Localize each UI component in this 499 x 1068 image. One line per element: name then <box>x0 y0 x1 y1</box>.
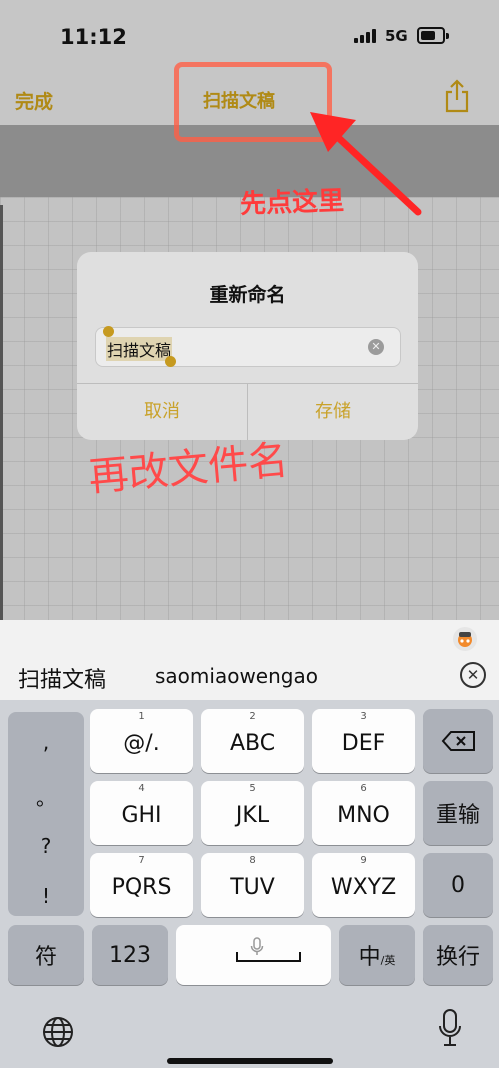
key-2[interactable]: 2 ABC <box>201 709 304 773</box>
microphone-icon[interactable] <box>438 1008 462 1048</box>
key-1[interactable]: 1 @/. <box>90 709 193 773</box>
selection-handle-start[interactable] <box>103 326 114 337</box>
selection-handle-end[interactable] <box>165 356 176 367</box>
document-edge <box>0 205 3 620</box>
pinyin-composition: saomiaowengao <box>155 664 318 688</box>
lang-main: 中 <box>358 945 381 970</box>
rename-input[interactable]: 扫描文稿 ✕ <box>95 326 401 367</box>
clear-icon[interactable]: ✕ <box>368 339 384 355</box>
network-type: 5G <box>385 27 408 45</box>
punctuation-column[interactable]: , 。 ? ! <box>8 712 84 916</box>
punct-key[interactable]: ! <box>8 884 84 908</box>
key-6[interactable]: 6 MNO <box>312 781 415 845</box>
dialog-title: 重新命名 <box>209 284 286 306</box>
space-icon <box>236 952 301 962</box>
key-8[interactable]: 8 TUV <box>201 853 304 917</box>
annotation-first: 先点这里 <box>239 186 345 220</box>
number-mode-button[interactable]: 123 <box>92 925 168 985</box>
symbol-button[interactable]: 符 <box>8 925 84 985</box>
zero-key[interactable]: 0 <box>423 853 493 917</box>
punct-key[interactable]: 。 <box>8 782 84 811</box>
delete-button[interactable] <box>423 709 493 773</box>
signal-icon <box>354 29 380 43</box>
reinput-button[interactable]: 重输 <box>423 781 493 845</box>
backspace-icon <box>441 731 475 751</box>
rename-dialog: 重新命名 扫描文稿 ✕ 取消 存储 <box>77 252 418 440</box>
battery-icon <box>417 27 449 44</box>
key-7[interactable]: 7 PQRS <box>90 853 193 917</box>
globe-icon[interactable] <box>42 1016 74 1048</box>
assistant-icon[interactable] <box>452 626 478 652</box>
key-5[interactable]: 5 JKL <box>201 781 304 845</box>
space-button[interactable] <box>176 925 331 985</box>
punct-key[interactable]: ? <box>8 834 84 858</box>
close-icon[interactable]: ✕ <box>460 662 486 688</box>
key-4[interactable]: 4 GHI <box>90 781 193 845</box>
candidate-word[interactable]: 扫描文稿 <box>18 662 106 694</box>
home-indicator[interactable] <box>167 1058 333 1064</box>
done-button[interactable]: 完成 <box>15 87 53 114</box>
newline-button[interactable]: 换行 <box>423 925 493 985</box>
rename-input-text[interactable]: 扫描文稿 <box>106 337 173 361</box>
language-switch-button[interactable]: 中 /英 <box>339 925 415 985</box>
cancel-button[interactable]: 取消 <box>77 383 247 440</box>
share-icon[interactable] <box>442 78 472 114</box>
key-9[interactable]: 9 WXYZ <box>312 853 415 917</box>
keyboard: , 。 ? ! 1 @/. 2 ABC 3 DEF 4 GHI 5 JKL 6 … <box>0 700 499 1068</box>
punct-key[interactable]: , <box>8 730 84 754</box>
candidate-bar: 扫描文稿 saomiaowengao ✕ <box>0 620 499 700</box>
key-3[interactable]: 3 DEF <box>312 709 415 773</box>
microphone-icon <box>250 937 264 955</box>
status-time: 11:12 <box>60 25 127 49</box>
lang-sub: /英 <box>380 954 396 967</box>
